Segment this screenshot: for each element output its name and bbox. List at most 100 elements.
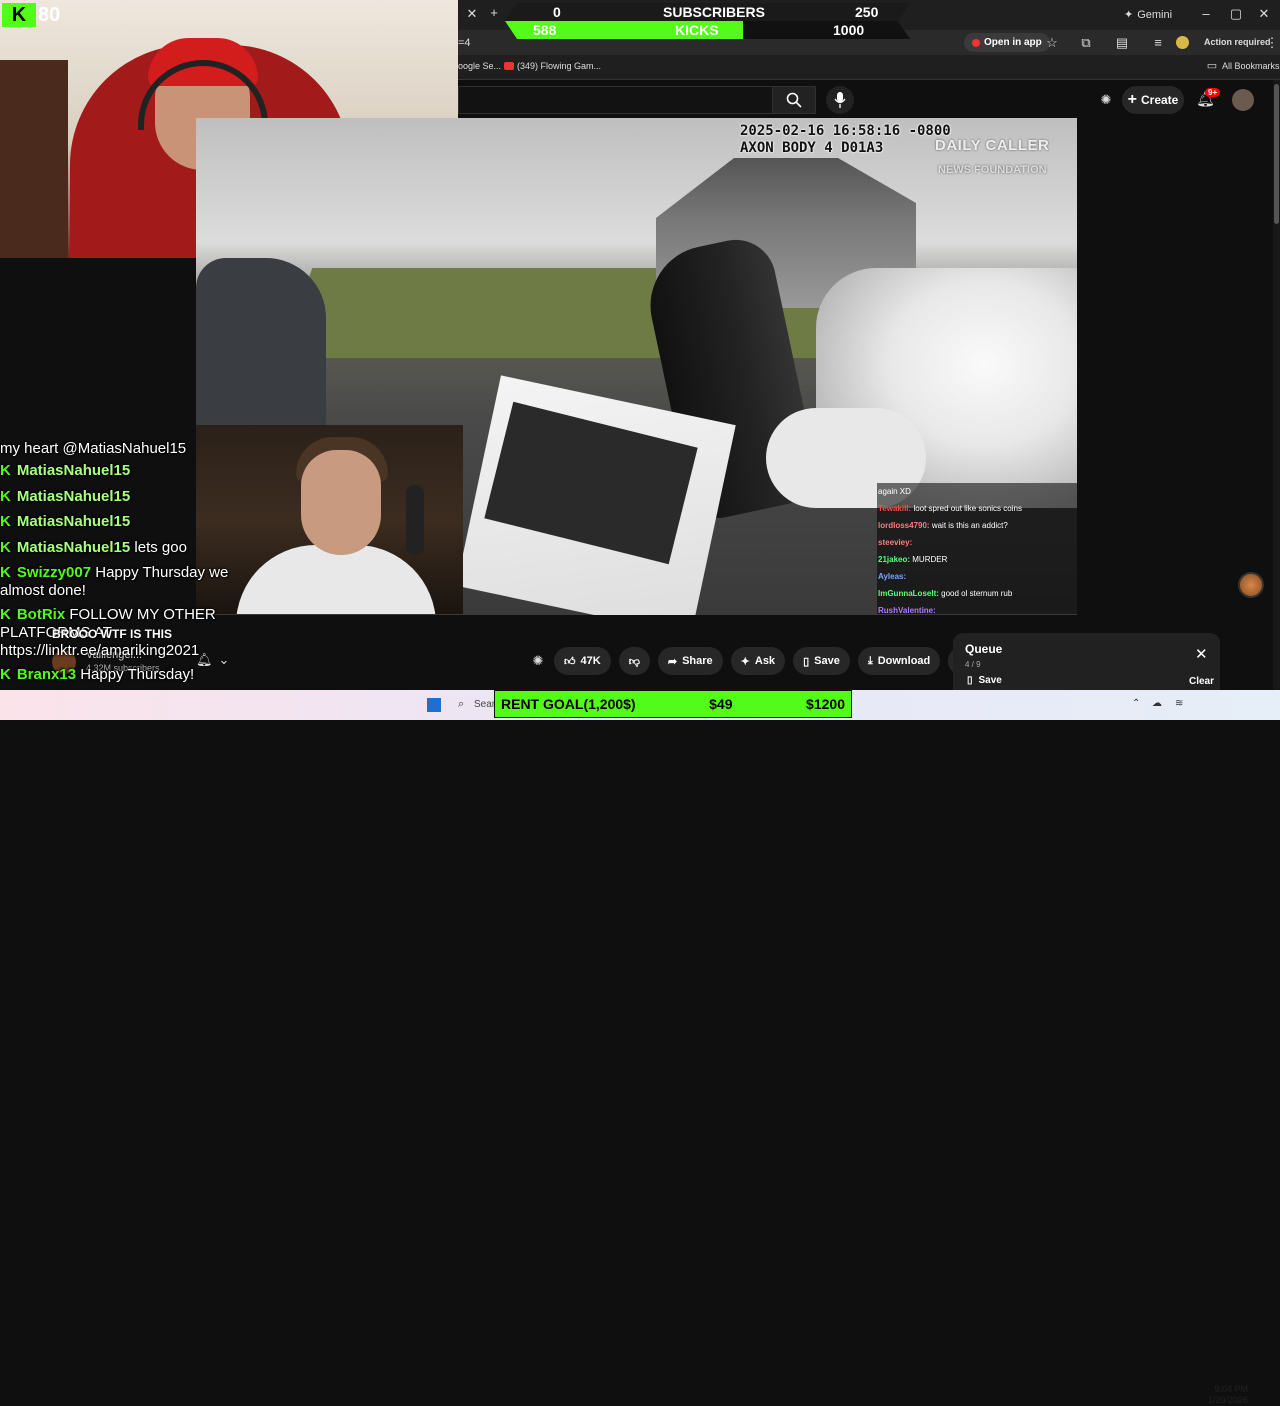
microphone bbox=[406, 485, 424, 555]
bookmarks-bar: oogle Se... (349) Flowing Gam... ▭ All B… bbox=[458, 55, 1280, 80]
kicks-current: 588 bbox=[533, 22, 557, 38]
bookmark-item[interactable]: oogle Se... bbox=[458, 61, 501, 71]
minimize-icon[interactable]: – bbox=[1198, 6, 1214, 21]
bookmark-star-icon[interactable]: ☆ bbox=[1044, 35, 1060, 51]
twitch-chat-username: ImGunnaLoseIt: bbox=[878, 589, 939, 598]
kicks-label: KICKS bbox=[675, 22, 719, 38]
maximize-icon[interactable]: ▢ bbox=[1228, 6, 1244, 22]
twitch-chat-username: steeviey: bbox=[878, 538, 913, 547]
scrollbar-thumb[interactable] bbox=[1274, 84, 1279, 224]
kick-chat-message: K Branx13 Happy Thursday! bbox=[0, 666, 194, 684]
kick-badge-icon: K bbox=[0, 539, 11, 556]
ask-button[interactable]: ✦ Ask bbox=[730, 647, 786, 675]
kick-chat-username[interactable]: BotRix bbox=[17, 606, 65, 623]
share-button[interactable]: ➦ Share bbox=[657, 647, 723, 675]
windows-start-icon[interactable] bbox=[427, 698, 441, 712]
gemini-button[interactable]: ✦ Gemini bbox=[1124, 8, 1172, 22]
tray-chevron-icon[interactable]: ⌃ bbox=[1132, 698, 1140, 709]
wifi-icon[interactable]: ≋ bbox=[1175, 698, 1183, 709]
sparkle-icon: ✦ bbox=[740, 655, 750, 668]
bookmark-icon: ▯ bbox=[967, 675, 973, 686]
plus-icon: + bbox=[1127, 91, 1137, 108]
kicks-target: 1000 bbox=[833, 22, 865, 38]
kick-badge-icon: K bbox=[0, 513, 11, 530]
queue-save-button[interactable]: ▯ Save bbox=[967, 675, 1002, 686]
dresser bbox=[0, 60, 68, 258]
close-tab-icon[interactable]: ✕ bbox=[464, 6, 480, 22]
reading-list-icon[interactable]: ≡ bbox=[1150, 35, 1166, 50]
guest-body bbox=[236, 545, 436, 614]
kick-chat-message: K BotRix FOLLOW MY OTHER bbox=[0, 606, 216, 624]
kick-chat-username[interactable]: MatiasNahuel15 bbox=[17, 462, 130, 479]
kick-chat-text: FOLLOW MY OTHER bbox=[69, 606, 216, 623]
kick-chat-username[interactable]: MatiasNahuel15 bbox=[17, 539, 130, 556]
cloud-icon[interactable]: ☁ bbox=[1152, 698, 1162, 709]
subs-current: 0 bbox=[553, 4, 561, 20]
save-button[interactable]: ▯ Save bbox=[793, 647, 850, 675]
notification-badge: 9+ bbox=[1205, 88, 1221, 97]
magic-icon[interactable]: ✺ bbox=[1098, 92, 1114, 108]
kick-chat-username[interactable]: Swizzy007 bbox=[17, 564, 91, 581]
kick-chat-message: https://linktr.ee/amariking2021 bbox=[0, 642, 199, 660]
twitch-chat-message: steeviey: bbox=[878, 534, 1077, 551]
rent-goal-label: RENT GOAL(1,200$) bbox=[501, 696, 636, 712]
kick-chat-text: lets goo bbox=[134, 539, 187, 556]
watermark: DAILY CALLER bbox=[935, 137, 1050, 154]
download-icon: ⤓ bbox=[867, 654, 873, 667]
kick-chat-message: K MatiasNahuel15 bbox=[0, 488, 130, 506]
open-in-app-button[interactable]: Open in app bbox=[964, 33, 1050, 52]
kick-chat-text: https://linktr.ee/amariking2021 bbox=[0, 642, 200, 659]
kick-badge-icon: K bbox=[0, 606, 11, 623]
kick-chat-username[interactable]: MatiasNahuel15 bbox=[17, 513, 130, 530]
video-actions: ✺ 👍︎ 47K 👎︎ ➦ Share ✦ Ask ▯ Save ⤓ Downl… bbox=[530, 647, 976, 675]
twitch-chat-message: 21jakeo: MURDER bbox=[878, 551, 1077, 568]
close-window-icon[interactable]: ✕ bbox=[1256, 6, 1272, 22]
profile-icon[interactable] bbox=[1176, 36, 1189, 49]
kick-chat-username[interactable]: Branx13 bbox=[17, 666, 76, 683]
viewer-count: 80 bbox=[38, 3, 61, 26]
all-bookmarks[interactable]: All Bookmarks bbox=[1222, 61, 1280, 71]
queue-position: 4 / 9 bbox=[965, 660, 981, 669]
tray-clock[interactable]: 9:04 PM 1/29/2026 bbox=[1200, 1384, 1248, 1406]
sidebar-icon[interactable]: ▤ bbox=[1114, 35, 1130, 51]
download-button[interactable]: ⤓ Download bbox=[857, 647, 941, 675]
queue-clear-button[interactable]: Clear bbox=[1189, 676, 1214, 687]
notifications-button[interactable]: 🔔︎ 9+ bbox=[1196, 88, 1221, 109]
close-icon[interactable]: ✕ bbox=[1195, 645, 1208, 663]
search-input[interactable] bbox=[458, 86, 772, 114]
kick-chat-username[interactable]: MatiasNahuel15 bbox=[17, 488, 130, 505]
address-fragment[interactable]: =4 bbox=[458, 37, 471, 49]
voice-search-button[interactable] bbox=[826, 86, 854, 114]
new-tab-icon[interactable]: + bbox=[486, 5, 502, 20]
like-button[interactable]: 👍︎ 47K bbox=[554, 647, 611, 675]
subs-label: SUBSCRIBERS bbox=[663, 4, 765, 20]
avatar[interactable] bbox=[1232, 89, 1254, 111]
kick-chat-text: my heart @MatiasNahuel15 bbox=[0, 440, 187, 457]
kick-badge-icon: K bbox=[0, 666, 11, 683]
kick-badge-icon: K bbox=[0, 564, 11, 581]
mic-icon bbox=[834, 92, 846, 108]
dislike-button[interactable]: 👎︎ bbox=[618, 647, 650, 675]
kick-chat-text: almost done! bbox=[0, 582, 86, 599]
twitch-chat-message: RushValentine: bbox=[878, 602, 1077, 619]
kick-viewer-counter: K 80 bbox=[2, 3, 60, 27]
bookmark-item[interactable]: (349) Flowing Gam... bbox=[517, 61, 601, 71]
rent-goal-current: $49 bbox=[709, 696, 733, 712]
folder-icon: ▭ bbox=[1206, 60, 1218, 72]
create-button[interactable]: + Create bbox=[1122, 86, 1184, 114]
search-button[interactable] bbox=[772, 86, 816, 114]
action-required-label[interactable]: Action required bbox=[1204, 37, 1271, 47]
twitch-chat-username: lordloss4790: bbox=[878, 521, 930, 530]
menu-icon[interactable]: ⋮ bbox=[1264, 35, 1280, 51]
kick-chat-message: K MatiasNahuel15 bbox=[0, 513, 130, 531]
floating-avatar[interactable] bbox=[1238, 572, 1264, 598]
twitch-chat-username: Tewakill: bbox=[878, 504, 912, 513]
watermark-sub: NEWS FOUNDATION bbox=[938, 164, 1047, 176]
taskbar-search[interactable]: Sear bbox=[474, 699, 495, 710]
magic-icon[interactable]: ✺ bbox=[530, 653, 546, 669]
twitch-chat-username: 21jakeo: bbox=[878, 555, 911, 564]
kick-chat-message: almost done! bbox=[0, 582, 86, 600]
extensions-icon[interactable]: ⧉ bbox=[1078, 35, 1094, 51]
twitch-chat-overlay: again XD Tewakill: loot spred out like so… bbox=[877, 483, 1077, 615]
thumbs-down-icon: 👎︎ bbox=[628, 655, 640, 668]
